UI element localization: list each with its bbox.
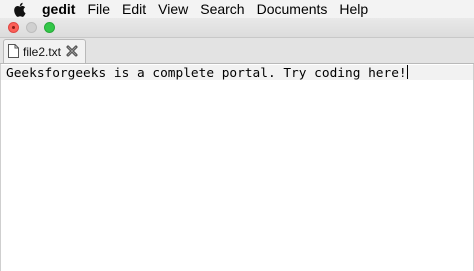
menu-documents[interactable]: Documents [251,0,334,18]
text-editor[interactable]: Geeksforgeeks is a complete portal. Try … [0,64,474,271]
editor-line[interactable]: Geeksforgeeks is a complete portal. Try … [6,65,408,81]
tab-label: file2.txt [23,44,62,59]
window-close-button[interactable] [8,22,19,33]
window-titlebar[interactable] [0,18,474,38]
apple-icon[interactable] [8,0,30,18]
menu-gedit[interactable]: gedit [36,0,81,18]
editor-line-text: Geeksforgeeks is a complete portal. Try … [6,66,407,81]
window-minimize-button[interactable] [26,22,37,33]
close-icon[interactable] [65,44,79,58]
document-icon [8,44,19,59]
menu-view[interactable]: View [152,0,194,18]
menu-help[interactable]: Help [333,0,374,18]
menu-search[interactable]: Search [194,0,250,18]
menu-edit[interactable]: Edit [116,0,152,18]
menu-bar: gedit File Edit View Search Documents He… [0,0,474,18]
menu-file[interactable]: File [81,0,116,18]
tab-bar: file2.txt [0,38,474,64]
window-maximize-button[interactable] [44,22,55,33]
tab-file2-txt[interactable]: file2.txt [3,39,86,63]
text-caret [406,65,408,79]
